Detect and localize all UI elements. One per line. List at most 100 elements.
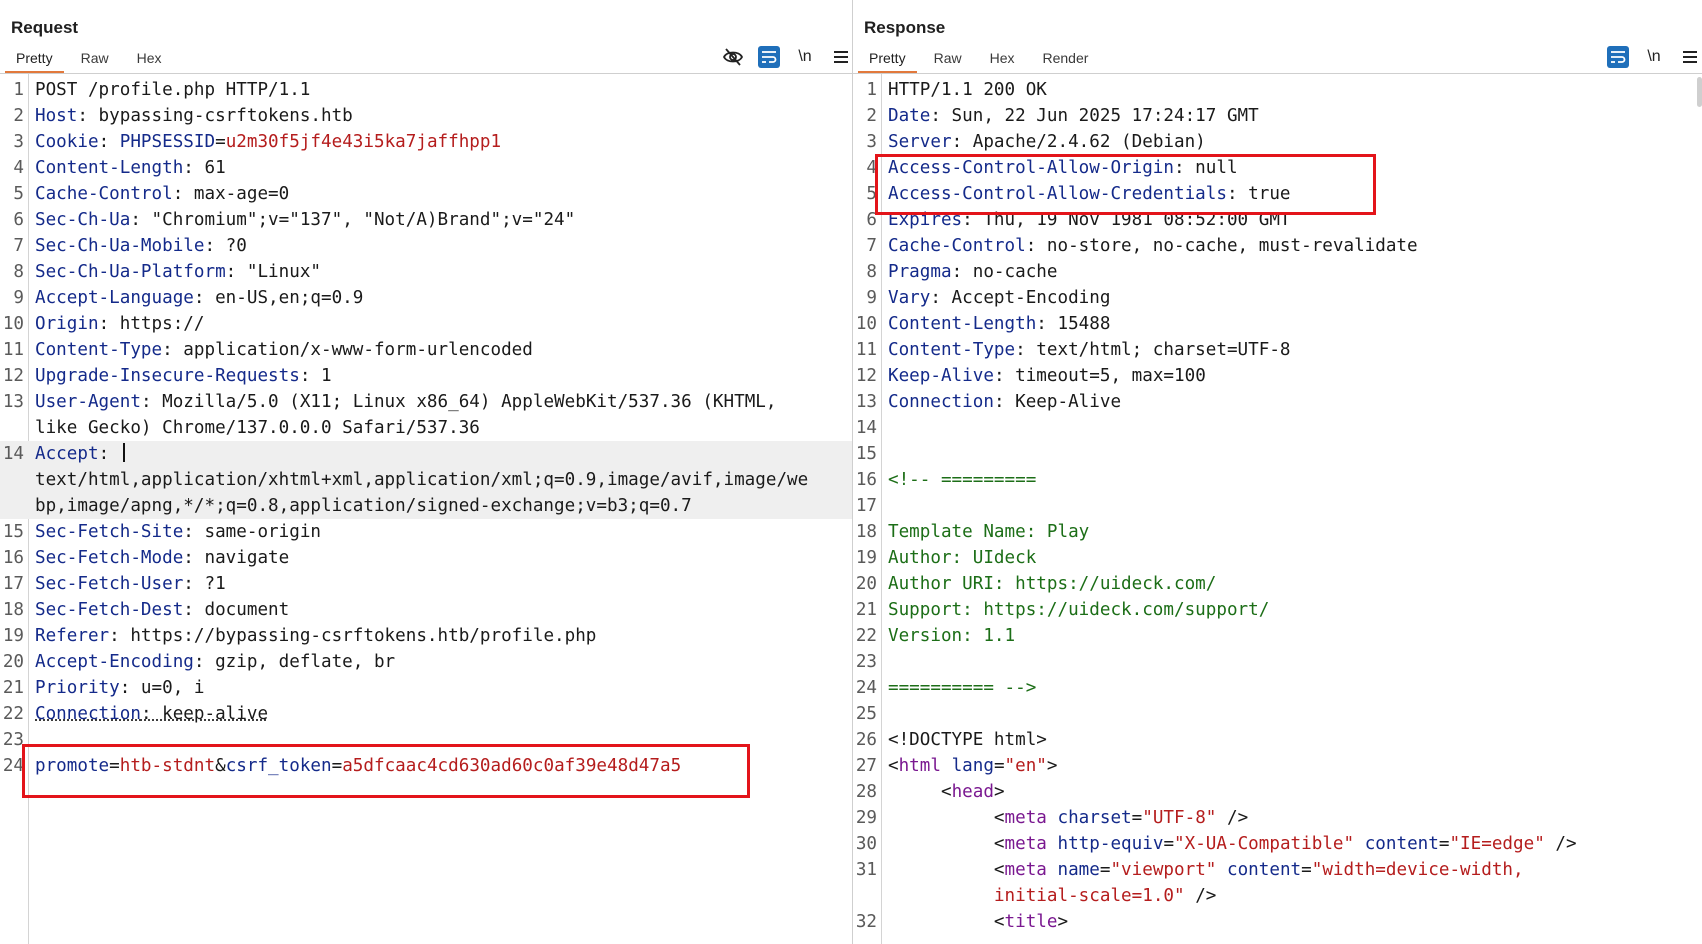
code-line[interactable]: text/html,application/xhtml+xml,applicat… xyxy=(0,467,852,493)
token: Sec-Ch-Ua-Platform xyxy=(35,262,226,282)
code-line[interactable]: 1 HTTP/1.1 200 OK xyxy=(853,77,1702,103)
request-tab-pretty[interactable]: Pretty xyxy=(5,46,64,73)
code-line[interactable]: 9 Vary: Accept-Encoding xyxy=(853,285,1702,311)
code-line[interactable]: 31 <meta name="viewport" content="width=… xyxy=(853,857,1702,883)
code-line[interactable]: like Gecko) Chrome/137.0.0.0 Safari/537.… xyxy=(0,415,852,441)
code-line[interactable]: 10 Content-Length: 15488 xyxy=(853,311,1702,337)
code-line[interactable]: 3 Cookie: PHPSESSID=u2m30f5jf4e43i5ka7jaf… xyxy=(0,129,852,155)
code-line[interactable]: 9 Accept-Language: en-US,en;q=0.9 xyxy=(0,285,852,311)
code-line[interactable]: 6 Sec-Ch-Ua: "Chromium";v="137", "Not/A)B… xyxy=(0,207,852,233)
code-line[interactable]: initial-scale=1.0" /> xyxy=(853,883,1702,909)
code-line[interactable]: 1 POST /profile.php HTTP/1.1 xyxy=(0,77,852,103)
token: : u=0, i xyxy=(119,678,205,698)
code-line[interactable]: 12 Upgrade-Insecure-Requests: 1 xyxy=(0,363,852,389)
response-tab-raw[interactable]: Raw xyxy=(923,46,973,73)
code-line[interactable]: 26 <!DOCTYPE html> xyxy=(853,727,1702,753)
code-line[interactable]: 8 Sec-Ch-Ua-Platform: "Linux" xyxy=(0,259,852,285)
code-line[interactable]: 11 Content-Type: application/x-www-form-u… xyxy=(0,337,852,363)
code-line[interactable]: 16 Sec-Fetch-Mode: navigate xyxy=(0,545,852,571)
response-scrollbar[interactable] xyxy=(1697,77,1702,107)
code-line[interactable]: 14 xyxy=(853,415,1702,441)
line-text: Content-Type: application/x-www-form-url… xyxy=(28,337,533,363)
response-tab-hex[interactable]: Hex xyxy=(979,46,1026,73)
code-line[interactable]: 22 Connection: keep-alive xyxy=(0,701,852,727)
code-line[interactable]: 11 Content-Type: text/html; charset=UTF-8 xyxy=(853,337,1702,363)
code-line[interactable]: 17 xyxy=(853,493,1702,519)
line-text xyxy=(881,493,888,519)
line-text: <!DOCTYPE html> xyxy=(881,727,1047,753)
code-line[interactable]: 2 Date: Sun, 22 Jun 2025 17:24:17 GMT xyxy=(853,103,1702,129)
token: : Accept-Encoding xyxy=(930,288,1111,308)
token: = xyxy=(1301,860,1312,880)
line-text: <title> xyxy=(881,909,1068,935)
show-newlines-button[interactable]: \n xyxy=(1643,46,1665,68)
code-line[interactable]: 13 User-Agent: Mozilla/5.0 (X11; Linux x8… xyxy=(0,389,852,415)
code-line[interactable]: 28 <head> xyxy=(853,779,1702,805)
code-line[interactable]: 23 xyxy=(0,727,852,753)
request-editor[interactable]: 1 POST /profile.php HTTP/1.1 2 Host: bypass… xyxy=(0,77,852,779)
code-line[interactable]: 12 Keep-Alive: timeout=5, max=100 xyxy=(853,363,1702,389)
request-tab-raw[interactable]: Raw xyxy=(70,46,120,73)
code-line[interactable]: 4 Content-Length: 61 xyxy=(0,155,852,181)
code-line[interactable]: 21 Priority: u=0, i xyxy=(0,675,852,701)
token: <!-- ========= xyxy=(888,470,1037,490)
code-line[interactable]: 16 <!-- ========= xyxy=(853,467,1702,493)
code-line[interactable]: 5 Cache-Control: max-age=0 xyxy=(0,181,852,207)
token: < xyxy=(888,912,1005,932)
code-line[interactable]: bp,image/apng,*/*;q=0.8,application/sign… xyxy=(0,493,852,519)
token: : null xyxy=(1174,158,1238,178)
code-line[interactable]: 20 Author URI: https://uideck.com/ xyxy=(853,571,1702,597)
code-line[interactable]: 19 Referer: https://bypassing-csrftokens.… xyxy=(0,623,852,649)
code-line[interactable]: 3 Server: Apache/2.4.62 (Debian) xyxy=(853,129,1702,155)
token: "UTF-8" xyxy=(1142,808,1217,828)
code-line[interactable]: 10 Origin: https:// xyxy=(0,311,852,337)
code-line[interactable]: 24 ========== --> xyxy=(853,675,1702,701)
code-line[interactable]: 18 Sec-Fetch-Dest: document xyxy=(0,597,852,623)
word-wrap-icon[interactable] xyxy=(758,46,780,68)
code-line[interactable]: 7 Sec-Ch-Ua-Mobile: ?0 xyxy=(0,233,852,259)
response-tab-render[interactable]: Render xyxy=(1032,46,1100,73)
token: initial-scale=1.0" xyxy=(993,886,1185,906)
token: < xyxy=(888,808,1005,828)
code-line[interactable]: 30 <meta http-equiv="X-UA-Compatible" co… xyxy=(853,831,1702,857)
code-line[interactable]: 5 Access-Control-Allow-Credentials: true xyxy=(853,181,1702,207)
code-line[interactable]: 13 Connection: Keep-Alive xyxy=(853,389,1702,415)
line-number: 13 xyxy=(2,392,24,412)
code-line[interactable]: 8 Pragma: no-cache xyxy=(853,259,1702,285)
code-line[interactable]: 25 xyxy=(853,701,1702,727)
code-line[interactable]: 24 promote=htb-stdnt&csrf_token=a5dfcaac4… xyxy=(0,753,852,779)
code-line[interactable]: 2 Host: bypassing-csrftokens.htb xyxy=(0,103,852,129)
line-text: Accept: xyxy=(28,441,125,467)
line-number: 18 xyxy=(2,600,24,620)
code-line[interactable]: 22 Version: 1.1 xyxy=(853,623,1702,649)
code-line[interactable]: 23 xyxy=(853,649,1702,675)
code-line[interactable]: 17 Sec-Fetch-User: ?1 xyxy=(0,571,852,597)
code-line[interactable]: 6 Expires: Thu, 19 Nov 1981 08:52:00 GMT xyxy=(853,207,1702,233)
code-line[interactable]: 18 Template Name: Play xyxy=(853,519,1702,545)
code-line[interactable]: 4 Access-Control-Allow-Origin: null xyxy=(853,155,1702,181)
request-tab-hex[interactable]: Hex xyxy=(126,46,173,73)
code-line[interactable]: 20 Accept-Encoding: gzip, deflate, br xyxy=(0,649,852,675)
code-line[interactable]: 27 <html lang="en"> xyxy=(853,753,1702,779)
hamburger-menu-icon[interactable] xyxy=(830,46,852,68)
response-tab-pretty[interactable]: Pretty xyxy=(858,46,917,73)
code-line[interactable]: 21 Support: https://uideck.com/support/ xyxy=(853,597,1702,623)
line-text: Referer: https://bypassing-csrftokens.ht… xyxy=(28,623,596,649)
code-line[interactable]: 29 <meta charset="UTF-8" /> xyxy=(853,805,1702,831)
code-line[interactable]: 32 <title> xyxy=(853,909,1702,935)
code-line[interactable]: 15 xyxy=(853,441,1702,467)
word-wrap-icon[interactable] xyxy=(1607,46,1629,68)
line-number: 20 xyxy=(2,652,24,672)
eye-slash-icon[interactable] xyxy=(722,46,744,68)
line-text: POST /profile.php HTTP/1.1 xyxy=(28,77,310,103)
code-line[interactable]: 15 Sec-Fetch-Site: same-origin xyxy=(0,519,852,545)
code-line[interactable]: 14 Accept: xyxy=(0,441,852,467)
show-newlines-button[interactable]: \n xyxy=(794,46,816,68)
response-editor[interactable]: 1 HTTP/1.1 200 OK 2 Date: Sun, 22 Jun 2025 … xyxy=(853,77,1702,935)
request-tabs: Pretty Raw Hex xyxy=(5,46,179,73)
code-line[interactable]: 19 Author: UIdeck xyxy=(853,545,1702,571)
token: a5dfcaac4cd630ad60c0af39e48d47a5 xyxy=(342,756,682,776)
code-line[interactable]: 7 Cache-Control: no-store, no-cache, must… xyxy=(853,233,1702,259)
hamburger-menu-icon[interactable] xyxy=(1679,46,1701,68)
